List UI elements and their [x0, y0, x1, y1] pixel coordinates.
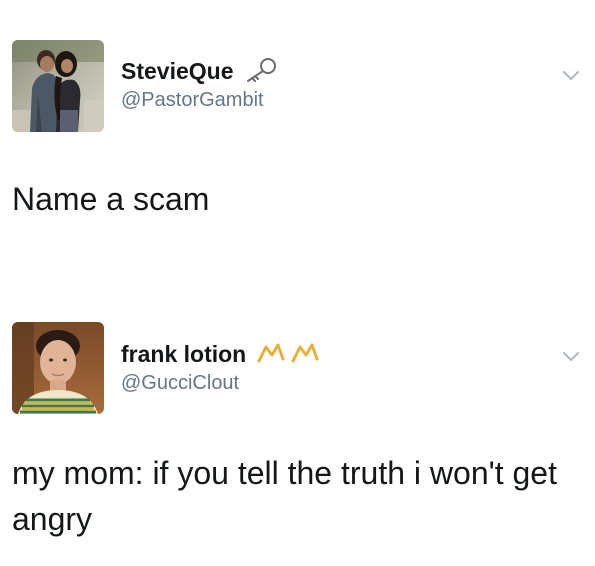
tweet-text: Name a scam: [12, 181, 210, 217]
display-name[interactable]: StevieQue: [121, 57, 278, 89]
user-handle[interactable]: @GucciClout: [121, 371, 239, 395]
user-handle[interactable]: @PastorGambit: [121, 88, 264, 112]
display-name-text: frank lotion: [121, 341, 247, 367]
tweet-text: my mom: if you tell the truth i won't ge…: [12, 455, 557, 537]
selfie-photo: [12, 322, 104, 414]
chevron-down-icon[interactable]: [559, 344, 583, 368]
tweet: StevieQue @PastorGambit Name a scam: [0, 0, 595, 280]
chevron-down-icon[interactable]: [559, 63, 583, 87]
display-name[interactable]: frank lotion: [121, 340, 327, 371]
tweet: frank lotion @GucciClout my mom: if you …: [0, 300, 595, 566]
avatar[interactable]: [12, 40, 104, 132]
crown-emoji-icon: [257, 341, 327, 371]
couple-photo: [12, 40, 104, 132]
key-emoji-icon: [244, 57, 278, 89]
avatar[interactable]: [12, 322, 104, 414]
display-name-text: StevieQue: [121, 58, 234, 85]
